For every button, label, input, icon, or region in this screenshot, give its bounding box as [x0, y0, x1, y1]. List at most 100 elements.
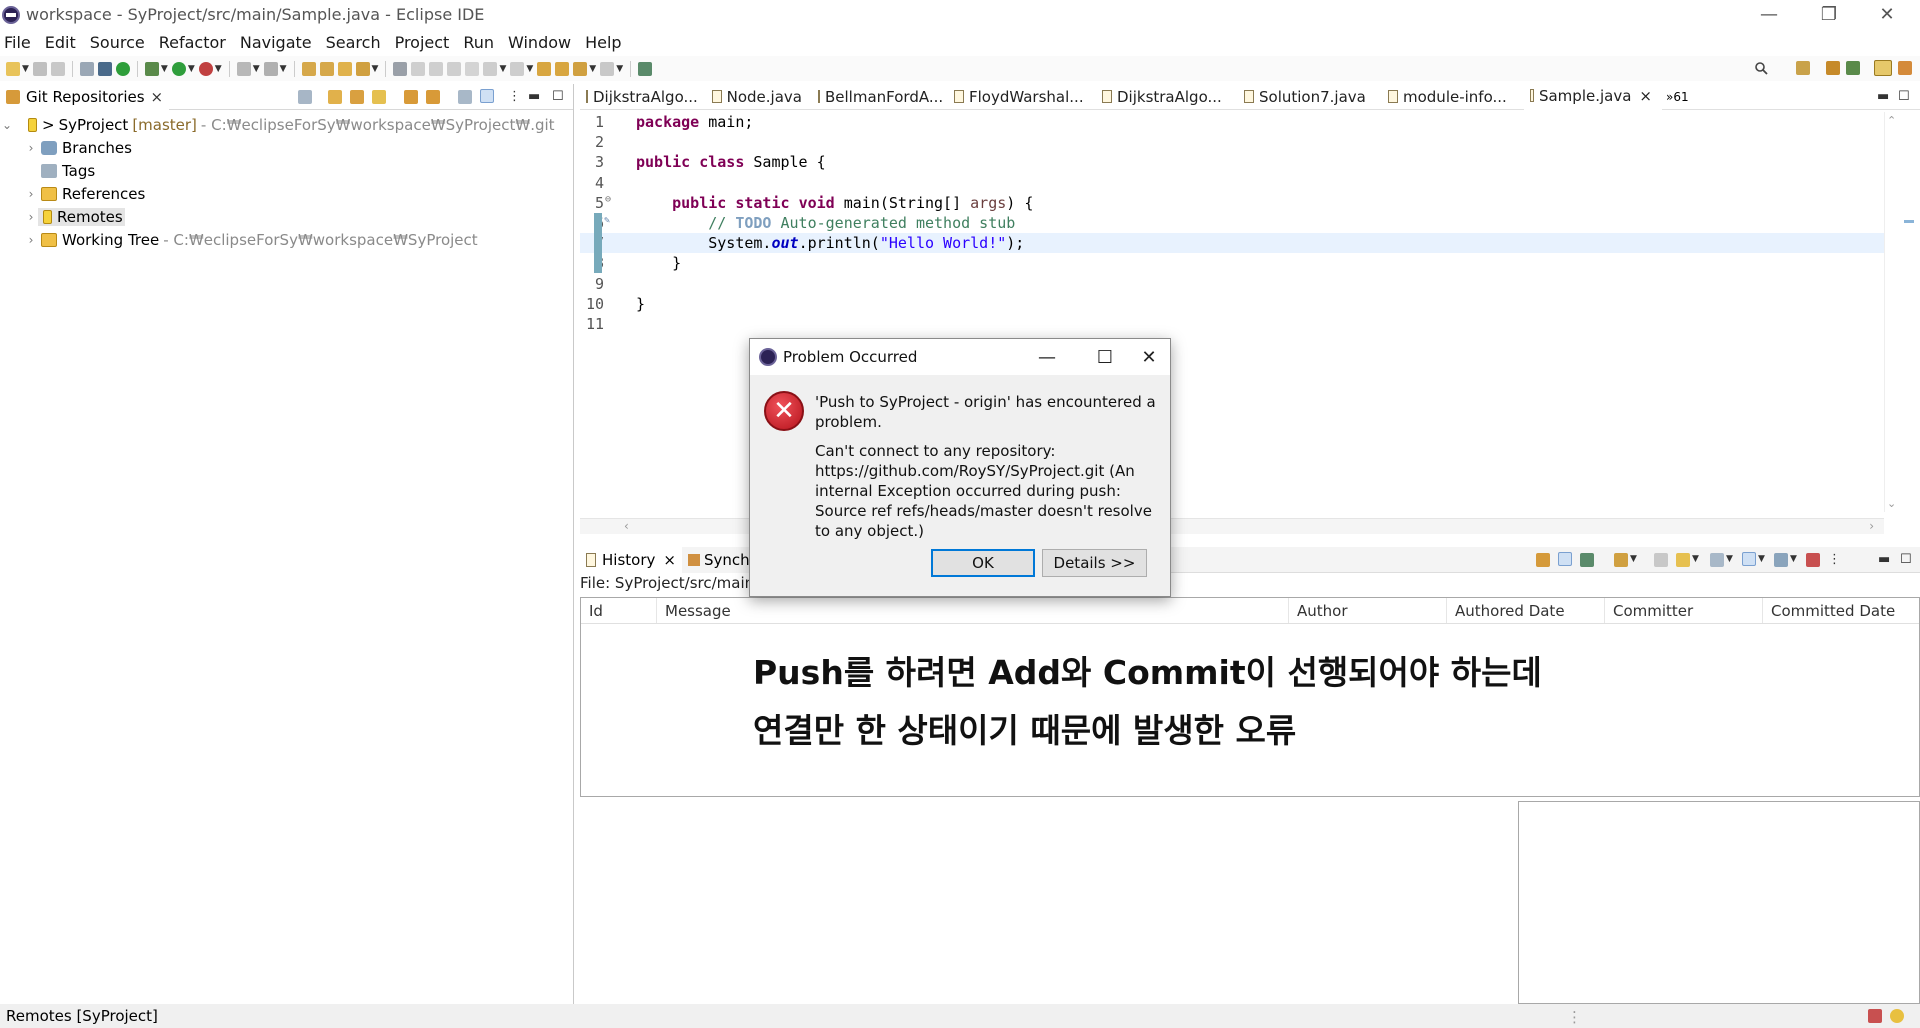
commit-table[interactable]: Id Message Author Authored Date Committe… [580, 597, 1920, 797]
editor-tab[interactable]: FloydWarshal... [948, 84, 1096, 110]
highlight-icon[interactable] [411, 61, 426, 76]
graph-dropdown-icon[interactable]: ▼ [1790, 554, 1797, 564]
prev-annotation-icon[interactable] [510, 61, 525, 76]
tree-item-working-tree[interactable]: › Working Tree - C:₩eclipseForSy₩workspa… [0, 228, 573, 251]
remove-icon[interactable] [1806, 553, 1820, 567]
minimize-view-icon[interactable]: ▬ [1878, 552, 1890, 567]
editor-tab[interactable]: module-info... [1382, 84, 1524, 110]
debug-dropdown-icon[interactable]: ▼ [161, 64, 168, 74]
ok-button[interactable]: OK [931, 549, 1035, 577]
terminal-icon[interactable] [97, 61, 112, 76]
column-header-authored-date[interactable]: Authored Date [1447, 598, 1605, 623]
maximize-view-icon[interactable]: ☐ [552, 89, 564, 104]
external-tools-dropdown-icon[interactable]: ▼ [215, 64, 222, 74]
commit-details-pane[interactable] [1518, 801, 1920, 1004]
save-all-icon[interactable] [50, 61, 65, 76]
run-external-tools-icon[interactable] [198, 61, 213, 76]
open-task-icon[interactable] [319, 61, 334, 76]
run-icon[interactable] [171, 61, 186, 76]
filter-icon[interactable] [1710, 553, 1724, 567]
search-dropdown-icon[interactable]: ▼ [372, 64, 379, 74]
pin-editor-icon[interactable] [638, 61, 653, 76]
git-graph-icon[interactable] [1774, 553, 1788, 567]
dialog-maximize-button[interactable]: ☐ [1082, 339, 1128, 375]
next-annotation-icon[interactable] [483, 61, 498, 76]
add-repository-icon[interactable] [328, 90, 342, 104]
problems-icon[interactable] [1868, 1009, 1882, 1023]
close-tab-icon[interactable]: × [663, 551, 676, 569]
menu-search[interactable]: Search [326, 33, 381, 52]
annotation-icon[interactable] [393, 61, 408, 76]
editor-tab[interactable]: Solution7.java [1238, 84, 1382, 110]
minimize-view-icon[interactable]: ▬ [528, 89, 540, 104]
open-folder-icon[interactable] [337, 61, 352, 76]
show-all-branches-icon[interactable] [1742, 552, 1756, 566]
back-history-icon[interactable] [555, 61, 570, 76]
debug-perspective-icon[interactable] [1846, 61, 1860, 75]
forward-icon[interactable] [600, 61, 615, 76]
chevron-right-icon[interactable]: › [24, 210, 38, 224]
menu-edit[interactable]: Edit [45, 33, 76, 52]
dialog-minimize-button[interactable]: — [1024, 339, 1070, 375]
menu-window[interactable]: Window [508, 33, 571, 52]
tab-history[interactable]: History × [580, 546, 682, 573]
restore-button[interactable]: ❐ [1801, 0, 1857, 29]
menu-file[interactable]: File [4, 33, 31, 52]
compare-dropdown-icon[interactable]: ▼ [1630, 554, 1637, 564]
close-tab-icon[interactable]: × [151, 88, 164, 106]
tree-item-repository[interactable]: ⌄ > SyProject [master] - C:₩eclipseForSy… [0, 113, 573, 136]
column-header-message[interactable]: Message [657, 598, 1289, 623]
view-menu-icon[interactable]: ⋮ [508, 89, 521, 104]
column-header-committed-date[interactable]: Committed Date [1763, 598, 1919, 623]
editor-tab-active[interactable]: Sample.java × [1524, 83, 1662, 110]
tip-icon[interactable] [1890, 1009, 1904, 1023]
search-wand-icon[interactable] [355, 61, 370, 76]
scroll-left-icon[interactable]: ‹ [624, 519, 629, 533]
chevron-right-icon[interactable]: › [24, 233, 38, 247]
block-select-icon[interactable] [447, 61, 462, 76]
stop-dropdown-icon[interactable]: ▼ [253, 64, 260, 74]
clone-repository-icon[interactable] [350, 90, 364, 104]
disconnect-icon[interactable] [263, 61, 278, 76]
pin-history-icon[interactable] [1580, 553, 1594, 567]
debug-icon[interactable] [144, 61, 159, 76]
binary-icon[interactable] [79, 61, 94, 76]
show-repository-icon[interactable] [1676, 553, 1690, 567]
maximize-editor-icon[interactable]: ☐ [1898, 89, 1910, 104]
menu-navigate[interactable]: Navigate [240, 33, 312, 52]
team-sync-perspective-icon[interactable] [1898, 61, 1912, 75]
skip-breakpoints-icon[interactable] [115, 61, 130, 76]
minimize-button[interactable]: — [1741, 0, 1797, 29]
editor-tab[interactable]: BellmanFordA... [812, 84, 948, 110]
tree-item-references[interactable]: › References [0, 182, 573, 205]
tree-item-remotes[interactable]: › Remotes [0, 205, 573, 228]
run-dropdown-icon[interactable]: ▼ [188, 64, 195, 74]
view-menu-icon[interactable]: ⋮ [1828, 552, 1841, 567]
disconnect-dropdown-icon[interactable]: ▼ [280, 64, 287, 74]
editor-vertical-scrollbar[interactable]: ⌃ ⌄ [1884, 112, 1900, 512]
collapse-all-icon[interactable] [298, 90, 312, 104]
prev-annotation-dropdown-icon[interactable]: ▼ [526, 64, 533, 74]
column-header-author[interactable]: Author [1289, 598, 1447, 623]
back-dropdown-icon[interactable]: ▼ [589, 64, 596, 74]
fold-icon[interactable]: ⊖ [605, 194, 611, 205]
tree-item-tags[interactable]: Tags [0, 159, 573, 182]
repo-dropdown-icon[interactable]: ▼ [1692, 554, 1699, 564]
hierarchical-view-icon[interactable] [458, 90, 472, 104]
new-dropdown-icon[interactable]: ▼ [22, 64, 29, 74]
find-icon[interactable] [1654, 553, 1668, 567]
editor-tab[interactable]: Node.java [706, 84, 812, 110]
maximize-view-icon[interactable]: ☐ [1900, 552, 1912, 567]
last-edit-icon[interactable] [537, 61, 552, 76]
link-editor-icon[interactable] [1558, 552, 1572, 566]
git-perspective-icon[interactable] [1874, 60, 1892, 76]
forward-dropdown-icon[interactable]: ▼ [616, 64, 623, 74]
next-annotation-dropdown-icon[interactable]: ▼ [499, 64, 506, 74]
chevron-right-icon[interactable]: › [24, 187, 38, 201]
refresh-icon[interactable] [426, 90, 440, 104]
link-editor-icon[interactable] [404, 90, 418, 104]
whitespace-icon[interactable] [465, 61, 480, 76]
open-type-icon[interactable] [301, 61, 316, 76]
menu-source[interactable]: Source [90, 33, 145, 52]
editor-tab[interactable]: DijkstraAlgo... [1096, 84, 1238, 110]
